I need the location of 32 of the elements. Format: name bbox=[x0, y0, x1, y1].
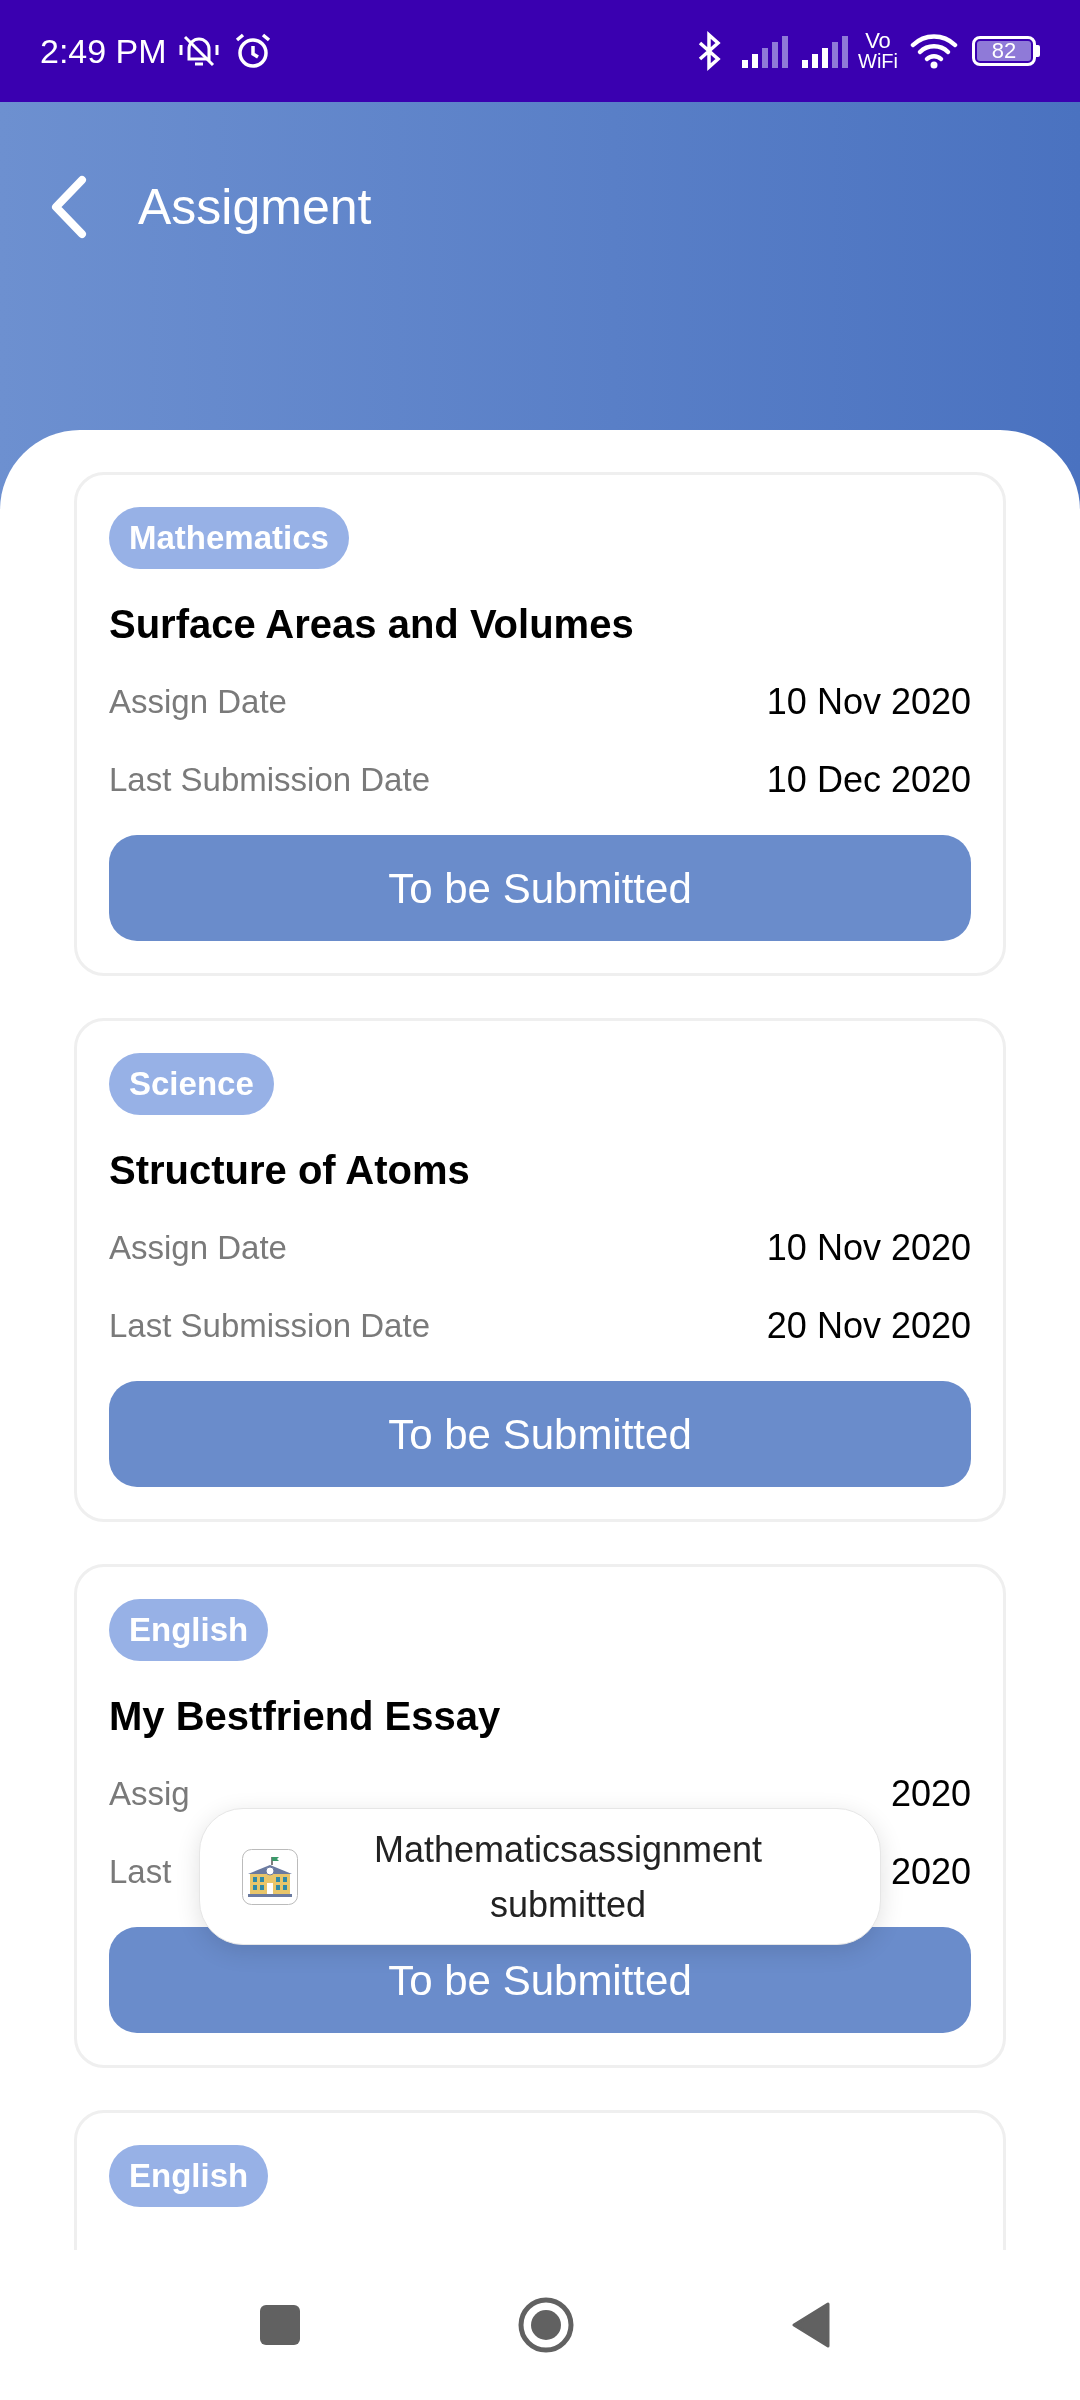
status-button[interactable]: To be Submitted bbox=[109, 1381, 971, 1487]
assign-date: 10 Nov 2020 bbox=[766, 680, 971, 724]
back-button[interactable] bbox=[792, 2302, 830, 2348]
submission-date-label: Last Submission Date bbox=[109, 760, 430, 801]
submission-date: 10 Dec 2020 bbox=[766, 758, 971, 802]
status-time: 2:49 PM bbox=[40, 30, 167, 72]
assign-date: 10 Nov 2020 bbox=[766, 1226, 971, 1270]
school-icon bbox=[242, 1848, 298, 1905]
subject-tag: English bbox=[109, 1599, 269, 1661]
volte-label: WiFi bbox=[858, 51, 898, 71]
page-title: Assigment bbox=[138, 178, 372, 237]
assign-date-label: Assign Date bbox=[109, 1228, 287, 1269]
signal-icon bbox=[740, 34, 788, 68]
signal-icon bbox=[800, 34, 848, 68]
toast-message: Mathematicsassignment submitted bbox=[372, 1827, 764, 1927]
home-button[interactable] bbox=[518, 2297, 574, 2353]
submission-date: 20 Nov 2020 bbox=[766, 1304, 971, 1348]
assign-date-label: Assig bbox=[109, 1774, 190, 1815]
subject-tag: English bbox=[109, 2145, 269, 2207]
assignment-title: My Bestfriend Essay bbox=[109, 1693, 502, 1740]
assignment-title: Structure of Atoms bbox=[109, 1147, 471, 1194]
subject-tag: Mathematics bbox=[109, 507, 349, 569]
assign-date: 2020 bbox=[890, 1772, 971, 1816]
volte-label: Vo bbox=[865, 31, 891, 51]
submission-date-label: Last Submission Date bbox=[109, 1306, 430, 1347]
submission-date-label: Last bbox=[109, 1852, 172, 1893]
subject-tag: Science bbox=[109, 1053, 274, 1115]
assignment-title: Surface Areas and Volumes bbox=[109, 601, 635, 648]
wifi-icon bbox=[910, 33, 958, 69]
submission-date: 2020 bbox=[890, 1850, 971, 1894]
status-button[interactable]: To be Submitted bbox=[109, 835, 971, 941]
assign-date-label: Assign Date bbox=[109, 682, 287, 723]
